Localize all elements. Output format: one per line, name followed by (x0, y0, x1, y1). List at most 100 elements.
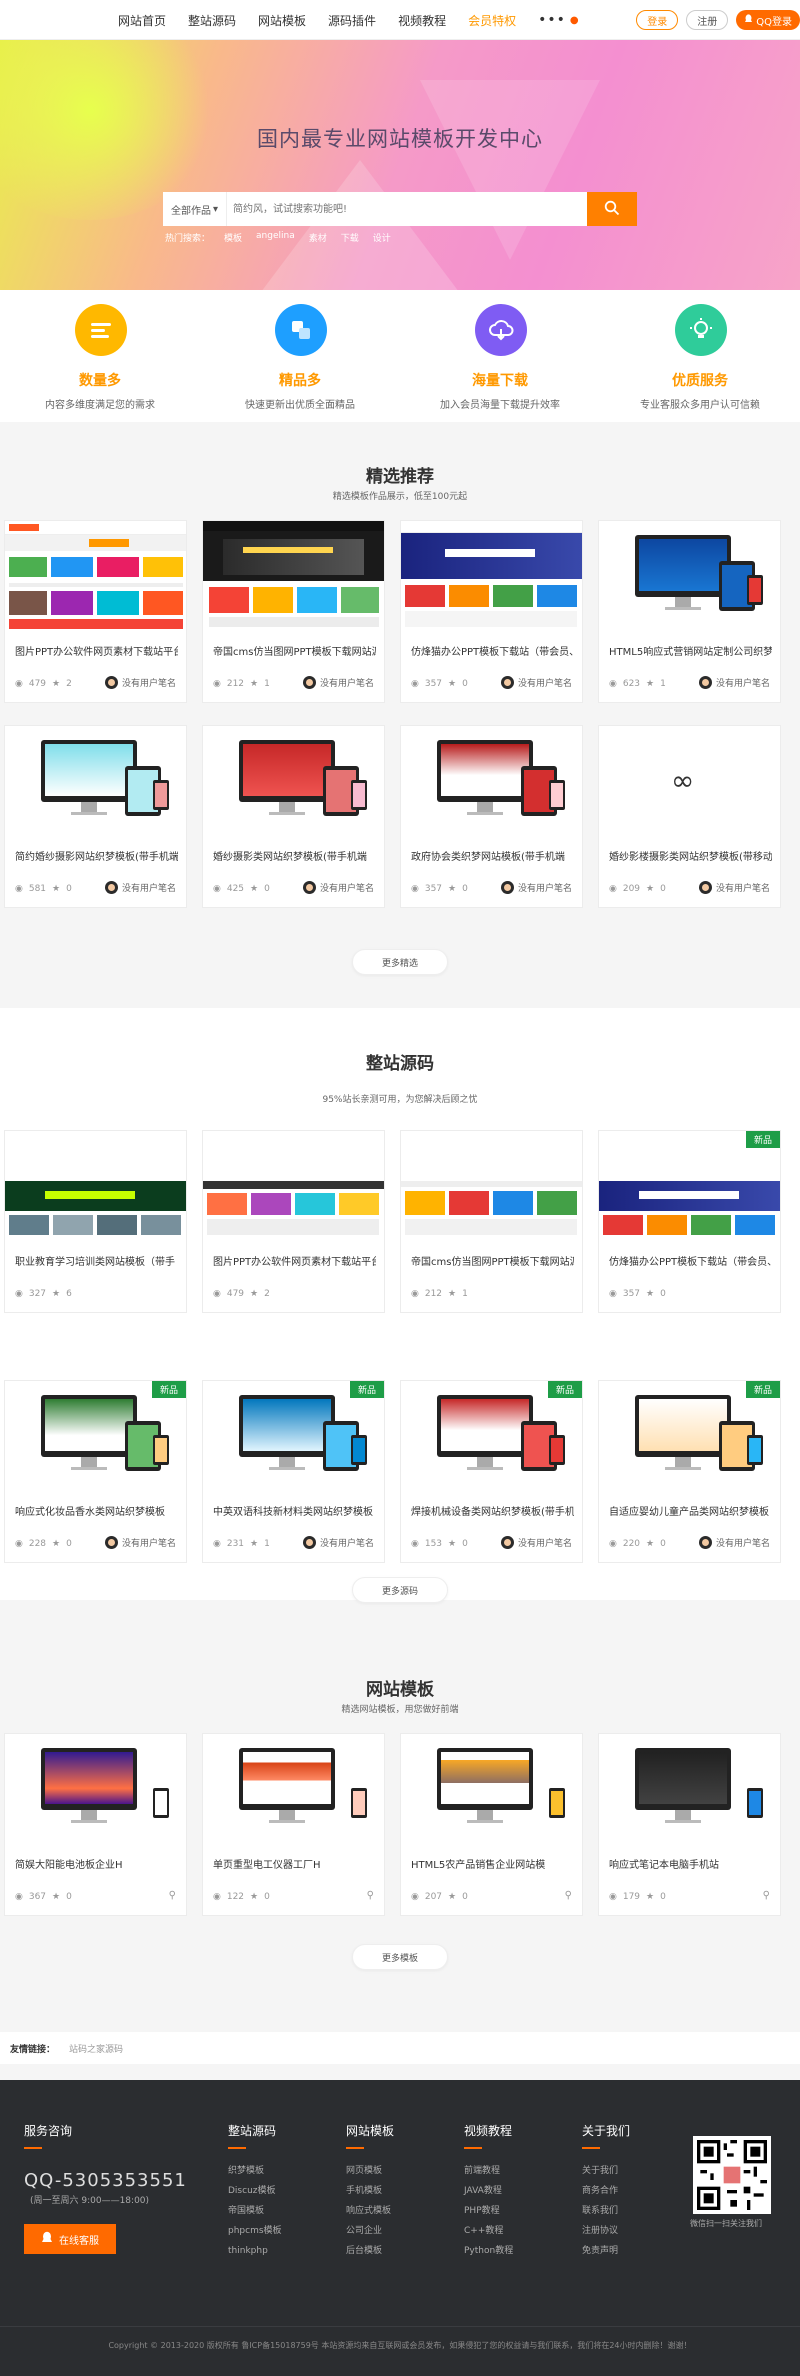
product-card[interactable]: 单页重型电工仪器工厂H ◉ 122 ★ 0 ⚲ (202, 1733, 385, 1916)
product-card[interactable]: 响应式笔记本电脑手机站 ◉ 179 ★ 0 ⚲ (598, 1733, 781, 1916)
login-button[interactable]: 登录 (636, 10, 679, 30)
card-title: 响应式笔记本电脑手机站 (609, 1860, 719, 1871)
search-bar: 全部作品 ▾ (163, 192, 637, 226)
friend-link[interactable]: 站码之家源码 (69, 2042, 123, 2055)
view-count: 209 (622, 884, 641, 894)
author-name: 没有用户笔名 (517, 884, 572, 894)
product-card[interactable]: 新品 自适应婴幼儿童产品类网站织梦模板 ◉ 220 ★ 0 没有用户笔名 (598, 1380, 781, 1563)
avatar (302, 881, 316, 894)
feature-title: 数量多 (79, 373, 121, 389)
product-card[interactable]: 图片PPT办公软件网页素材下载站平台 ◉ 479 ★ 2 (202, 1130, 385, 1313)
footer-link[interactable]: 前端教程 (464, 2161, 513, 2181)
footer-link[interactable]: 商务合作 (582, 2181, 630, 2201)
product-card[interactable]: 新品 中英双语科技新材料类网站织梦模板 ◉ 231 ★ 1 没有用户笔名 (202, 1380, 385, 1563)
online-service-button[interactable]: 在线客服 (24, 2224, 116, 2254)
footer-link[interactable]: C++教程 (464, 2221, 513, 2241)
more-templates-button[interactable]: 更多模板 (352, 1944, 448, 1970)
footer-link[interactable]: 公司企业 (346, 2221, 394, 2241)
nav-home[interactable]: 网站首页 (118, 12, 166, 29)
feature-desc: 内容多维度满足您的需求 (45, 400, 155, 411)
view-count: 231 (226, 1539, 245, 1549)
footer-link[interactable]: thinkphp (228, 2241, 282, 2261)
card-title: 简约婚纱摄影网站织梦模板(带手机端 (15, 852, 178, 863)
nav-vip[interactable]: 会员特权 (468, 12, 516, 29)
view-count: 228 (28, 1539, 47, 1549)
product-card[interactable]: 帝国cms仿当图网PPT模板下载网站源码 ◉ 212 ★ 1 (400, 1130, 583, 1313)
product-card[interactable]: 新品 仿烽猫办公PPT模板下载站（带会员、 ◉ 357 ★ 0 (598, 1130, 781, 1313)
avatar (500, 676, 514, 689)
source-section-subtitle: 95%站长亲测可用，为您解决后顾之忧 (322, 1095, 478, 1105)
eye-icon: ◉ (411, 679, 419, 689)
qq-login-button[interactable]: QQ登录 (736, 10, 800, 30)
footer-link[interactable]: 帝国模板 (228, 2201, 282, 2221)
footer-link[interactable]: 注册协议 (582, 2221, 630, 2241)
footer-link[interactable]: PHP教程 (464, 2201, 513, 2221)
nav-videos[interactable]: 视频教程 (398, 12, 446, 29)
author-name: 没有用户笔名 (517, 679, 572, 689)
hot-search-term[interactable]: 下载 (341, 231, 359, 244)
hot-search-term[interactable]: 设计 (373, 231, 391, 244)
product-card[interactable]: 帝国cms仿当图网PPT模板下载网站源码 ◉ 212 ★ 1 没有用户笔名 (202, 520, 385, 703)
footer-link[interactable]: phpcms模板 (228, 2221, 282, 2241)
footer-link[interactable]: 联系我们 (582, 2201, 630, 2221)
nav-plugins[interactable]: 源码插件 (328, 12, 376, 29)
product-card[interactable]: 简约婚纱摄影网站织梦模板(带手机端 ◉ 581 ★ 0 没有用户笔名 (4, 725, 187, 908)
more-featured-button[interactable]: 更多精选 (352, 949, 448, 975)
product-card[interactable]: 新品 响应式化妆品香水类网站织梦模板 ◉ 228 ★ 0 没有用户笔名 (4, 1380, 187, 1563)
feature-desc: 快速更新出优质全面精品 (245, 400, 355, 411)
author-name: 没有用户笔名 (121, 679, 176, 689)
star-icon: ★ (250, 1289, 259, 1299)
star-icon: ★ (52, 1892, 61, 1902)
product-card[interactable]: 仿烽猫办公PPT模板下载站（带会员、 ◉ 357 ★ 0 没有用户笔名 (400, 520, 583, 703)
product-card[interactable]: HTML5农产品销售企业网站模 ◉ 207 ★ 0 ⚲ (400, 1733, 583, 1916)
footer-link[interactable]: Discuz模板 (228, 2181, 282, 2201)
search-category-select[interactable]: 全部作品 ▾ (163, 192, 227, 226)
card-stats: ◉ 228 ★ 0 (15, 1539, 72, 1549)
eye-icon: ◉ (213, 1289, 221, 1299)
like-count: 1 (264, 1539, 270, 1549)
footer-link[interactable]: 免责声明 (582, 2241, 630, 2261)
star-icon: ★ (646, 679, 655, 689)
product-card[interactable]: 简娱大阳能电池板企业H ◉ 367 ★ 0 ⚲ (4, 1733, 187, 1916)
product-card[interactable]: 图片PPT办公软件网页素材下载站平台 ◉ 479 ★ 2 没有用户笔名 (4, 520, 187, 703)
footer-link[interactable]: 手机模板 (346, 2181, 394, 2201)
more-source-button[interactable]: 更多源码 (352, 1577, 448, 1603)
list-icon (75, 304, 127, 356)
footer-link[interactable]: 网页模板 (346, 2161, 394, 2181)
product-card[interactable]: 政府协会类织梦网站模板(带手机端 ◉ 357 ★ 0 没有用户笔名 (400, 725, 583, 908)
feature-title: 优质服务 (672, 373, 728, 389)
feature-strip: 数量多 内容多维度满足您的需求 精品多 快速更新出优质全面精品 海量下载 加入会… (0, 290, 800, 422)
card-title: HTML5农产品销售企业网站模 (411, 1860, 546, 1871)
product-card[interactable]: 婚纱摄影类网站织梦模板(带手机端 ◉ 425 ★ 0 没有用户笔名 (202, 725, 385, 908)
product-card[interactable]: ∞ 婚纱影楼摄影类网站织梦模板(带移动 ◉ 209 ★ 0 没有用户笔名 (598, 725, 781, 908)
nav-templates[interactable]: 网站模板 (258, 12, 306, 29)
search-button[interactable] (587, 192, 637, 226)
nav-more-icon[interactable]: ••• (538, 12, 566, 28)
footer-link[interactable]: Python教程 (464, 2241, 513, 2261)
card-stats: ◉ 179 ★ 0 (609, 1892, 666, 1902)
card-title: 焊接机械设备类网站织梦模板(带手机 (411, 1507, 574, 1518)
hot-search-term[interactable]: 模板 (224, 231, 242, 244)
like-count: 1 (264, 679, 270, 689)
author-name: 没有用户笔名 (715, 884, 770, 894)
product-card[interactable]: HTML5响应式营销网站定制公司织梦模 ◉ 623 ★ 1 没有用户笔名 (598, 520, 781, 703)
footer-link[interactable]: JAVA教程 (464, 2181, 513, 2201)
product-card[interactable]: 职业教育学习培训类网站模板（带手 ◉ 327 ★ 6 (4, 1130, 187, 1313)
footer-link[interactable]: 织梦模板 (228, 2161, 282, 2181)
search-input[interactable] (227, 192, 587, 226)
nav-source[interactable]: 整站源码 (188, 12, 236, 29)
footer-link[interactable]: 响应式模板 (346, 2201, 394, 2221)
eye-icon: ◉ (411, 884, 419, 894)
star-icon: ★ (646, 1892, 655, 1902)
hot-search-term[interactable]: angelina (256, 231, 295, 244)
footer-link[interactable]: 后台模板 (346, 2241, 394, 2261)
product-card[interactable]: 新品 焊接机械设备类网站织梦模板(带手机 ◉ 153 ★ 0 没有用户笔名 (400, 1380, 583, 1563)
hot-search-term[interactable]: 素材 (309, 231, 327, 244)
footer-heading: 整站源码 (228, 2124, 277, 2138)
qq-number: QQ-5305353551 (24, 2170, 187, 2191)
new-badge: 新品 (745, 1131, 780, 1148)
register-button[interactable]: 注册 (686, 10, 729, 30)
footer-column: 关于我们 关于我们 商务合作 联系我们 注册协议 免责声明 (582, 2122, 630, 2261)
top-nav-bar: 网站首页 整站源码 网站模板 源码插件 视频教程 会员特权 ••• ● 登录 注… (0, 0, 800, 40)
footer-link[interactable]: 关于我们 (582, 2161, 630, 2181)
